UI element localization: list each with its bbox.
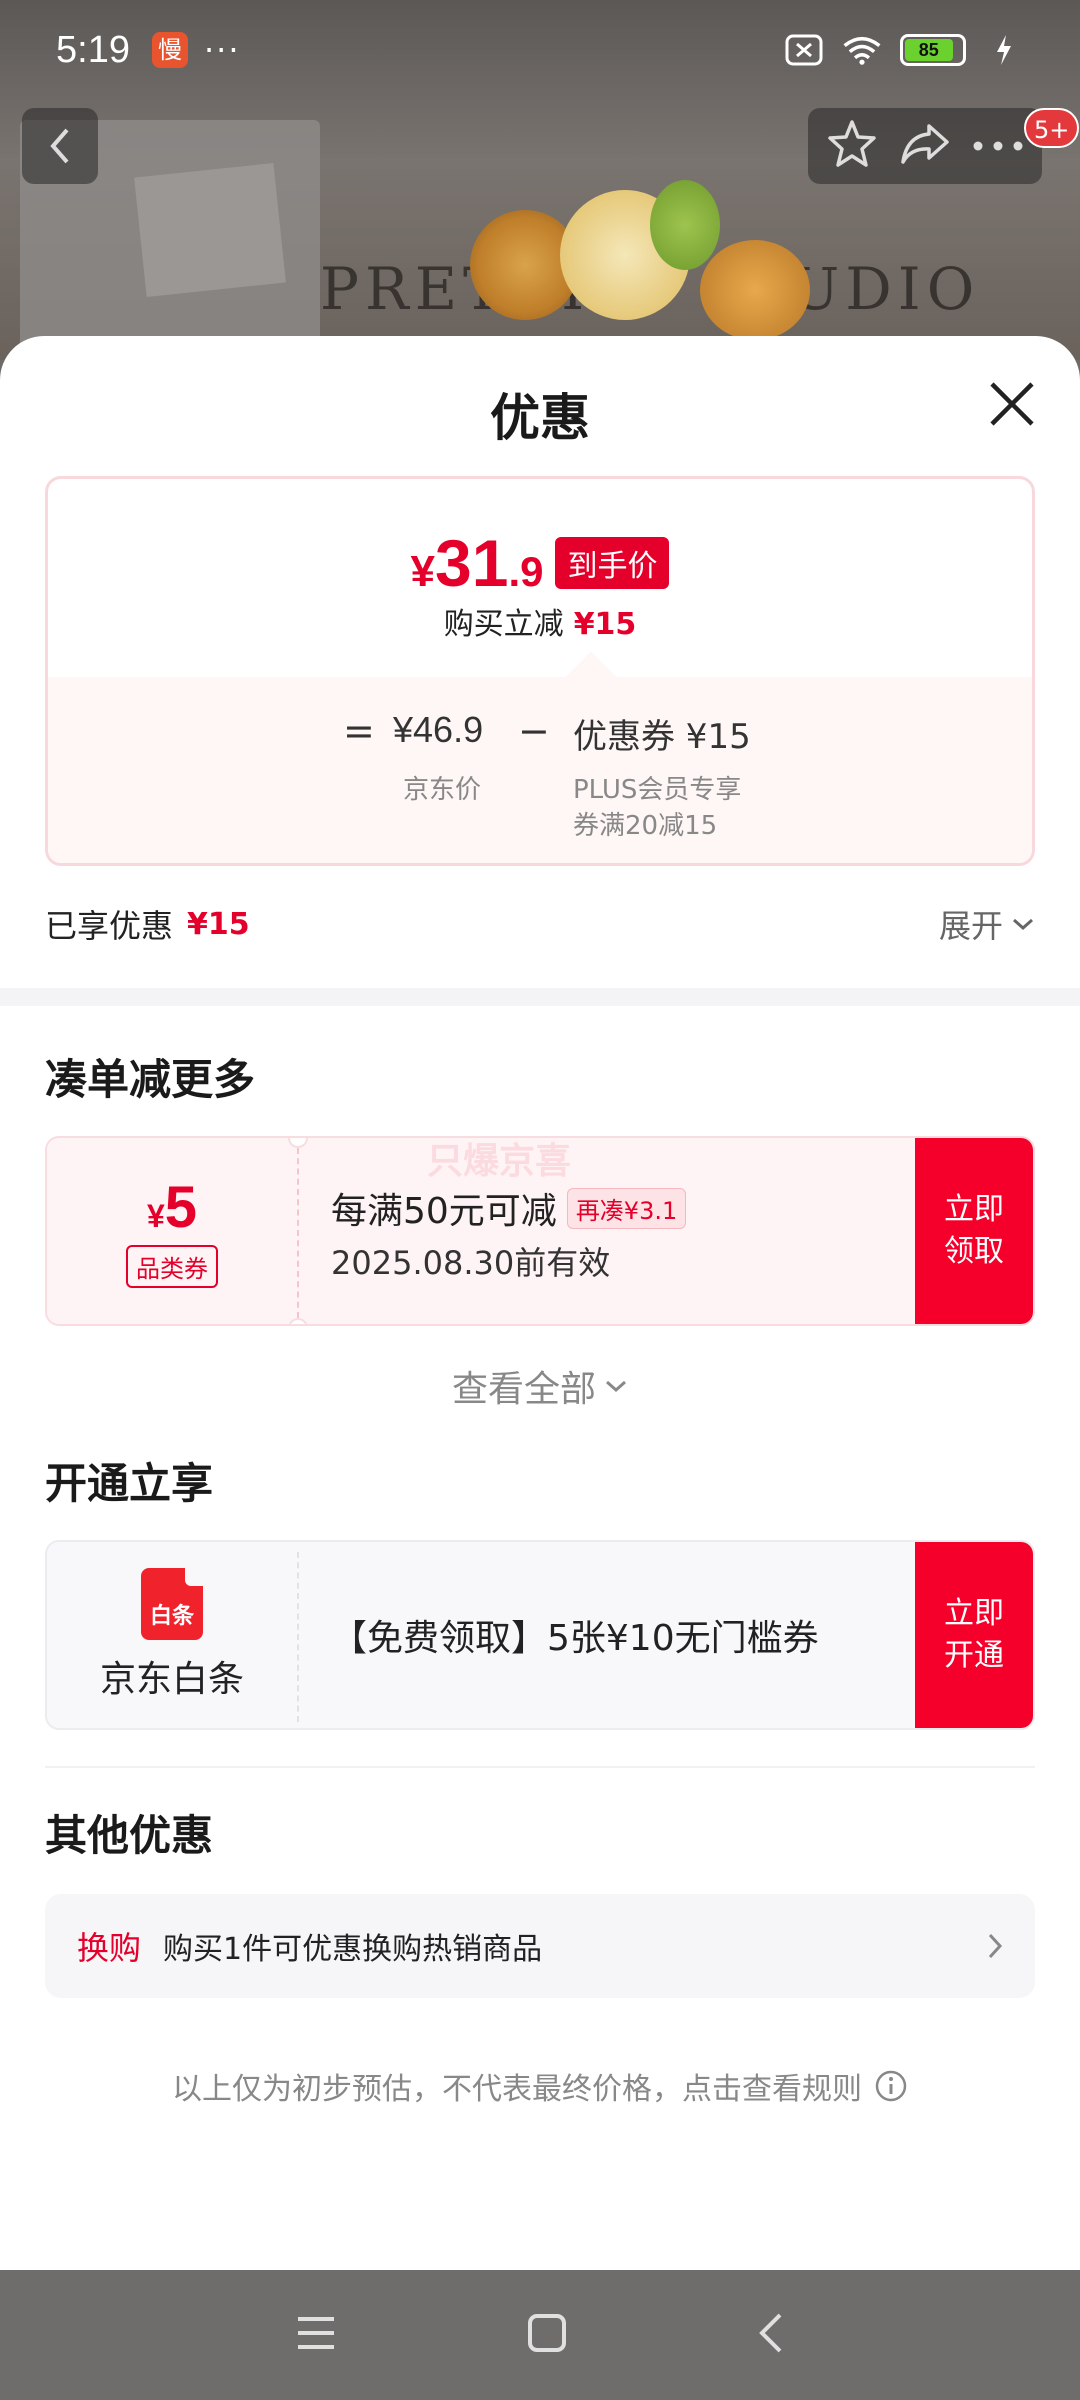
expand-label: 展开 [938, 907, 1003, 945]
system-navigation-bar [0, 2270, 1080, 2400]
section-title-open: 开通立享 [45, 1459, 214, 1508]
enjoyed-label: 已享优惠 [45, 907, 174, 945]
battery-icon: 85 [900, 34, 966, 66]
jd-price-label: 京东价 [403, 775, 482, 805]
instant-discount-value: ¥15 [573, 607, 637, 642]
price-formula-section [48, 677, 1032, 863]
info-icon [875, 2070, 907, 2102]
coupon-desc-line2: 券满20减15 [573, 811, 718, 841]
price-integer: 31 [435, 526, 509, 600]
instant-discount: 购买立减 ¥15 [48, 599, 1032, 643]
coupon-notch [288, 1318, 308, 1324]
discount-sheet: 优惠 ¥ 31 .9 到手价 购买立减 ¥15 = ¥46.9 − 优惠券 ¥15 [0, 336, 1080, 2270]
open-baitiao-button[interactable]: 立即 开通 [915, 1542, 1033, 1728]
final-price-row: ¥ 31 .9 到手价 [48, 525, 1032, 601]
final-price: ¥ 31 .9 [411, 525, 544, 601]
nav-actions [808, 108, 1042, 184]
coupon-value-area: ¥5 品类券 [47, 1138, 297, 1324]
exchange-tag: 换购 [77, 1929, 142, 1967]
battery-level: 85 [905, 39, 953, 61]
view-all-label: 查看全部 [451, 1369, 596, 1410]
no-sim-icon [784, 32, 824, 68]
coupon-rule-row: 每满50元可减 再凑¥3.1 [331, 1182, 687, 1234]
flower-image [700, 240, 810, 340]
app-notification-icon: 慢 [151, 32, 188, 68]
jd-price: ¥46.9 [393, 709, 484, 750]
back-nav-icon[interactable] [756, 2311, 786, 2359]
category-coupon-card: ¥5 品类券 只爆京喜 每满50元可减 再凑¥3.1 2025.08.30前有效… [45, 1136, 1035, 1326]
home-icon[interactable] [525, 2311, 569, 2359]
coupon-rule: 每满50元可减 [331, 1191, 557, 1232]
wifi-icon [842, 32, 882, 68]
open-baitiao-label: 立即 开通 [944, 1596, 1004, 1673]
baitiao-name: 京东白条 [99, 1659, 244, 1700]
offer-divider [297, 1552, 299, 1722]
claim-coupon-label: 立即 领取 [944, 1192, 1004, 1269]
claim-coupon-button[interactable]: 立即 领取 [915, 1138, 1033, 1324]
coupon-number: 5 [164, 1175, 198, 1240]
chevron-down-icon [606, 1380, 626, 1393]
back-button[interactable] [22, 108, 98, 184]
watermark-text: 只爆京喜 [427, 1141, 572, 1182]
baitiao-logo-icon: 白条 [141, 1568, 203, 1640]
chevron-down-icon [1013, 918, 1033, 931]
baitiao-brand: 白条 京东白条 [47, 1542, 297, 1728]
coupon-category-tag: 品类券 [126, 1245, 218, 1288]
disclaimer-text: 以上仅为初步预估，不代表最终价格，点击查看规则 [172, 2072, 862, 2107]
minus-sign: − [518, 709, 550, 753]
final-price-tag: 到手价 [555, 537, 670, 589]
sheet-title: 优惠 [490, 389, 590, 447]
coupon-amount-value: ¥5 [147, 1174, 197, 1241]
coupon-divider [297, 1148, 299, 1318]
view-all-button[interactable]: 查看全部 [0, 1360, 1080, 1412]
coupon-validity: 2025.08.30前有效 [331, 1244, 611, 1282]
add-more-tag: 再凑¥3.1 [566, 1187, 687, 1229]
price-breakdown-card: ¥ 31 .9 到手价 购买立减 ¥15 = ¥46.9 − 优惠券 ¥15 京东… [45, 476, 1035, 866]
section-divider [45, 1766, 1035, 1768]
flower-image [650, 180, 720, 270]
charging-icon [984, 32, 1024, 68]
final-price-section: ¥ 31 .9 到手价 购买立减 ¥15 [48, 479, 1032, 677]
exchange-offer-row[interactable]: 换购 购买1件可优惠换购热销商品 [45, 1894, 1035, 1998]
status-right: 85 [784, 32, 1024, 68]
disclaimer-link[interactable]: 以上仅为初步预估，不代表最终价格，点击查看规则 [0, 2064, 1080, 2108]
enjoyed-value: ¥15 [187, 906, 250, 942]
price-decimal: .9 [508, 548, 544, 595]
instant-discount-label: 购买立减 [443, 607, 564, 642]
menu-icon[interactable] [294, 2313, 338, 2357]
coupon-currency: ¥ [146, 1198, 165, 1234]
expand-button[interactable]: 展开 [939, 901, 1035, 947]
share-icon[interactable] [899, 122, 951, 170]
close-button[interactable] [984, 376, 1040, 432]
status-time: 5:19 [56, 28, 130, 71]
equals-sign: = [343, 709, 375, 753]
price-formula: = ¥46.9 − 优惠券 ¥15 [48, 709, 1032, 769]
close-icon [990, 382, 1034, 426]
more-options-icon[interactable] [972, 137, 1024, 156]
baitiao-offer-text: 【免费领取】5张¥10无门槛券 [331, 1618, 819, 1659]
currency-symbol: ¥ [410, 547, 436, 596]
coupon-desc-line1: PLUS会员专享 [573, 775, 742, 805]
chevron-right-icon [988, 1933, 1003, 1959]
baitiao-offer-card: 白条 京东白条 【免费领取】5张¥10无门槛券 立即 开通 [45, 1540, 1035, 1730]
more-notifications-icon: ··· [203, 31, 241, 69]
section-title-more: 凑单减更多 [45, 1055, 256, 1104]
section-title-other: 其他优惠 [45, 1811, 214, 1860]
message-count-badge: 5+ [1024, 108, 1080, 148]
enjoyed-discount-row: 已享优惠 ¥15 展开 [45, 894, 1035, 954]
status-bar: 5:19 慢 ··· 85 [0, 0, 1080, 100]
favorite-star-icon[interactable] [826, 119, 878, 173]
coupon-amount: 优惠券 ¥15 [573, 717, 751, 757]
chevron-left-icon [50, 128, 69, 164]
section-divider [0, 988, 1080, 1006]
card-image [134, 163, 286, 297]
exchange-text: 购买1件可优惠换购热销商品 [163, 1932, 543, 1967]
